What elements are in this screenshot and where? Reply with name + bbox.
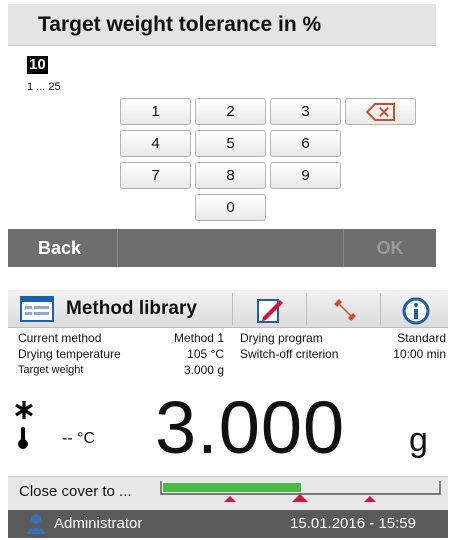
date-time: 15.01.2016 - 15:59	[290, 515, 416, 532]
stability-asterisk-icon	[14, 400, 34, 425]
drying-program-label: Drying program	[240, 331, 323, 345]
ok-button[interactable]: OK	[343, 229, 436, 267]
weighing-progress-bar	[160, 480, 442, 504]
key-8[interactable]: 8	[195, 162, 266, 189]
info-icon[interactable]	[402, 297, 430, 330]
method-library-title: Method library	[66, 298, 197, 319]
current-method-label: Current method	[18, 331, 102, 345]
status-text: Close cover to ...	[19, 483, 132, 500]
tolerance-marker-low	[224, 496, 236, 502]
key-1[interactable]: 1	[120, 98, 191, 125]
key-9[interactable]: 9	[270, 162, 341, 189]
key-3[interactable]: 3	[270, 98, 341, 125]
tolerance-marker-high	[364, 496, 376, 502]
target-marker	[292, 494, 308, 502]
key-4[interactable]: 4	[120, 130, 191, 157]
drying-temperature-value: 105 °C	[187, 347, 224, 361]
current-method-value: Method 1	[173, 331, 224, 345]
method-library-icon[interactable]	[20, 296, 54, 327]
switch-off-criterion-value: 10:00 min	[393, 347, 446, 361]
backspace-button[interactable]	[345, 98, 416, 125]
dialog-title: Target weight tolerance in %	[8, 4, 436, 46]
back-button[interactable]: Back	[8, 229, 118, 267]
key-7[interactable]: 7	[120, 162, 191, 189]
drying-temperature-label: Drying temperature	[18, 347, 121, 361]
temperature-readout: -- °C	[62, 430, 96, 447]
backspace-icon	[365, 102, 395, 121]
key-0[interactable]: 0	[195, 194, 266, 221]
wrench-icon[interactable]	[330, 297, 358, 330]
entry-value-field[interactable]: 10	[27, 56, 48, 74]
target-weight-label: Target weight	[18, 364, 84, 376]
range-hint: 1 ... 25	[27, 81, 61, 93]
drying-program-value: Standard	[397, 331, 446, 345]
user-icon	[26, 513, 46, 540]
current-user[interactable]: Administrator	[54, 514, 142, 534]
key-5[interactable]: 5	[195, 130, 266, 157]
switch-off-criterion-label: Switch-off criterion	[240, 347, 339, 361]
target-weight-value: 3.000 g	[183, 363, 224, 377]
thermometer-icon	[16, 426, 30, 455]
weight-unit: g	[409, 421, 428, 459]
key-2[interactable]: 2	[195, 98, 266, 125]
weight-display: 3.000	[155, 386, 346, 469]
key-6[interactable]: 6	[270, 130, 341, 157]
edit-icon[interactable]	[256, 296, 284, 329]
